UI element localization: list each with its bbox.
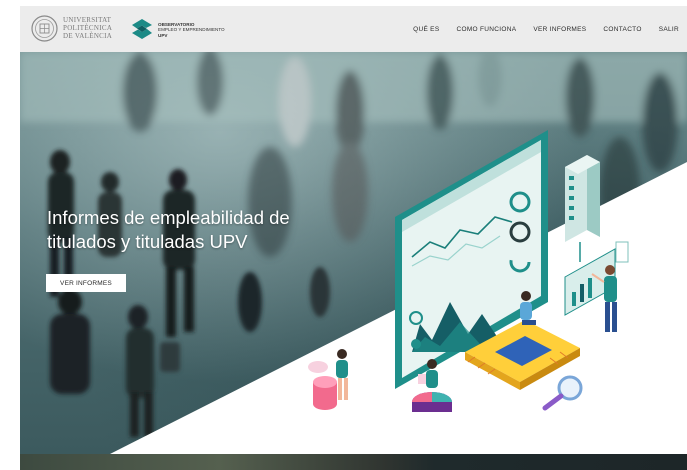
ver-informes-button[interactable]: VER INFORMES [46, 274, 126, 292]
nav-ver-informes[interactable]: VER INFORMES [533, 26, 586, 33]
nav-como-funciona[interactable]: COMO FUNCIONA [456, 26, 516, 33]
observatory-name-line: UPV [158, 32, 168, 38]
small-bar-chart-panel [564, 241, 629, 316]
university-name-line: POLITÈCNICA [63, 24, 113, 32]
main-menu: QUÉ ES COMO FUNCIONA VER INFORMES CONTAC… [413, 6, 679, 52]
observatory-logo[interactable]: OBSERVATORIO EMPLEO Y EMPRENDIMIENTO UPV [130, 16, 240, 42]
server-tower-graphic [565, 155, 600, 262]
magnifier-icon [542, 375, 583, 411]
upv-logo[interactable]: UNIVERSITAT POLITÈCNICA DE VALÈNCIA [31, 15, 121, 43]
hero-title: Informes de empleabilidad de titulados y… [47, 207, 290, 252]
observatory-name: OBSERVATORIO EMPLEO Y EMPRENDIMIENTO UPV [158, 22, 225, 38]
nav-que-es[interactable]: QUÉ ES [413, 26, 439, 33]
nav-salir[interactable]: SALIR [659, 26, 679, 33]
university-name-line: DE VALÈNCIA [63, 32, 113, 40]
next-section-preview [20, 454, 687, 470]
observatory-name-line: EMPLEO Y EMPRENDIMIENTO [158, 27, 225, 33]
woman-with-pie-chart-figure [308, 349, 348, 410]
top-navigation-bar: UNIVERSITAT POLITÈCNICA DE VALÈNCIA OBSE… [20, 6, 687, 52]
university-name: UNIVERSITAT POLITÈCNICA DE VALÈNCIA [63, 16, 112, 40]
university-name-line: UNIVERSITAT [63, 16, 112, 24]
observatory-logo-icon [132, 19, 152, 39]
upv-seal-icon [31, 15, 58, 42]
nav-contacto[interactable]: CONTACTO [603, 26, 641, 33]
hero-banner: Informes de empleabilidad de titulados y… [20, 52, 687, 454]
